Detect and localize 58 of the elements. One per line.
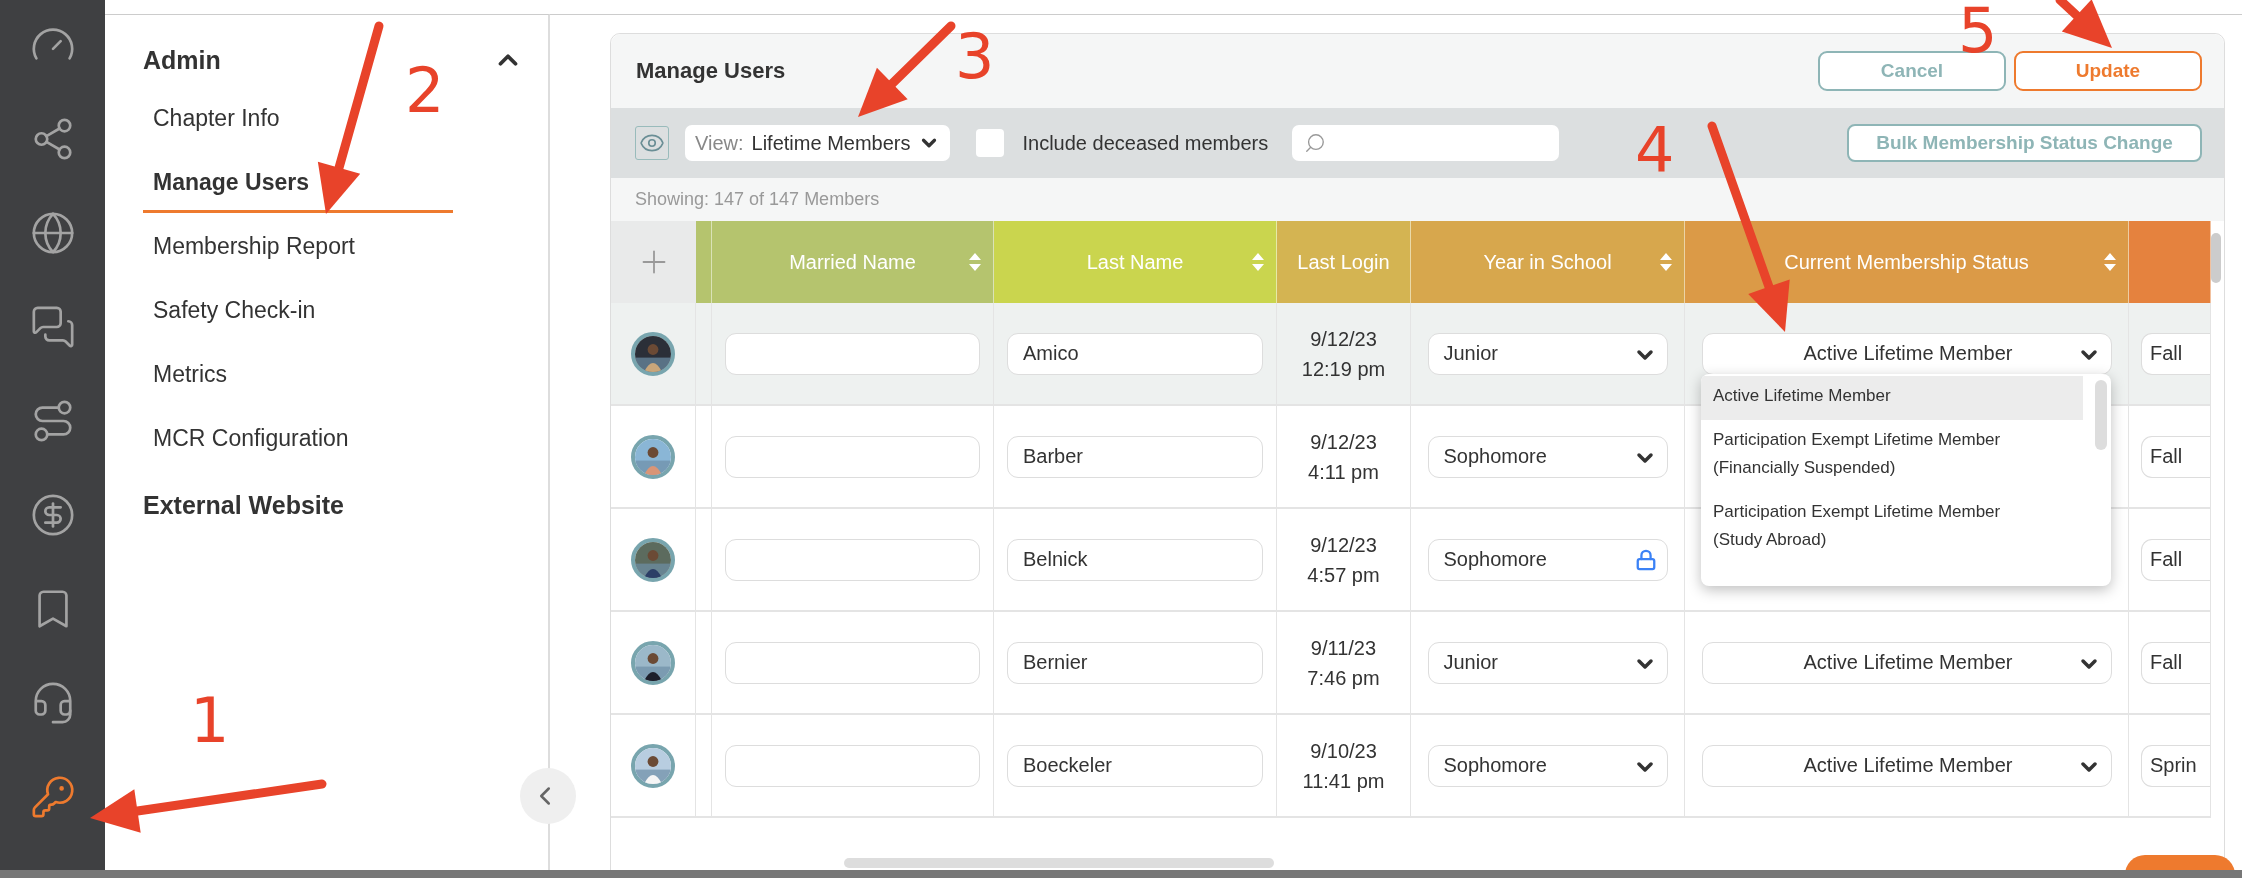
year-select[interactable]: Sophomore bbox=[1427, 744, 1668, 787]
step-number: 2 bbox=[405, 60, 445, 122]
sidebar-item[interactable]: MCR Configuration bbox=[143, 413, 453, 469]
table-row[interactable]: Bernier 9/11/23 7:46 pm Junior Active Lifetime Member Fall bbox=[611, 612, 2211, 715]
scrollbar-thumb[interactable] bbox=[844, 858, 1274, 868]
term-field[interactable]: Fall bbox=[2141, 538, 2210, 581]
checkbox[interactable] bbox=[976, 129, 1005, 157]
panel-title: Manage Users bbox=[636, 58, 787, 84]
search-icon bbox=[1304, 132, 1327, 154]
term-field[interactable]: Fall bbox=[2141, 435, 2210, 478]
sort-icon[interactable] bbox=[2104, 253, 2116, 271]
search-field[interactable] bbox=[1292, 125, 1560, 161]
sort-icon[interactable] bbox=[1660, 253, 1672, 271]
section-title[interactable]: External Website bbox=[143, 491, 344, 520]
arrow bbox=[2055, 0, 2112, 48]
sort-icon[interactable] bbox=[969, 253, 981, 271]
status-select[interactable]: Active Lifetime Member bbox=[1701, 744, 2112, 787]
showing-count: Showing: 147 of 147 Members bbox=[611, 178, 2224, 221]
year-select[interactable]: Junior bbox=[1427, 641, 1668, 684]
scrollbar-thumb[interactable] bbox=[2095, 380, 2107, 450]
last-login: 9/12/23 4:57 pm bbox=[1307, 532, 1380, 588]
sort-icon[interactable] bbox=[1252, 253, 1264, 271]
last-login: 9/12/23 12:19 pm bbox=[1301, 326, 1386, 382]
married-name-field[interactable] bbox=[725, 538, 980, 581]
last-name-field[interactable]: Belnick bbox=[1007, 538, 1263, 581]
sidebar-item[interactable]: Metrics bbox=[143, 349, 453, 405]
last-name-field[interactable]: Boeckeler bbox=[1007, 744, 1263, 787]
married-name-field[interactable] bbox=[725, 744, 980, 787]
married-name-field[interactable] bbox=[725, 435, 980, 478]
term-field[interactable]: Sprin bbox=[2141, 744, 2210, 787]
section-title[interactable]: Admin bbox=[143, 45, 221, 75]
step-number: 3 bbox=[955, 26, 995, 88]
last-login: 9/10/23 11:41 pm bbox=[1302, 738, 1385, 794]
table-row[interactable]: Boeckeler 9/10/23 11:41 pm Sophomore Active Lifetime Member Sprin bbox=[611, 715, 2211, 818]
status-select[interactable]: Active Lifetime Member bbox=[1701, 332, 2112, 375]
eye-icon[interactable] bbox=[635, 126, 669, 160]
last-login: 9/12/23 4:11 pm bbox=[1308, 429, 1379, 485]
lock-icon[interactable] bbox=[1634, 548, 1657, 571]
year-select[interactable]: Sophomore bbox=[1427, 538, 1668, 581]
scrollbar-thumb[interactable] bbox=[2211, 233, 2221, 283]
step-number: 1 bbox=[190, 690, 230, 752]
year-select[interactable]: Sophomore bbox=[1427, 435, 1668, 478]
last-name-field[interactable]: Amico bbox=[1007, 332, 1263, 375]
sidebar-item[interactable]: Membership Report bbox=[143, 221, 453, 277]
year-select[interactable]: Junior bbox=[1427, 332, 1668, 375]
view-select[interactable]: View: Lifetime Members bbox=[685, 125, 951, 161]
sidebar-item[interactable]: Safety Check-in bbox=[143, 285, 453, 341]
collapse-sidebar-button[interactable] bbox=[520, 768, 576, 824]
last-name-field[interactable]: Bernier bbox=[1007, 641, 1263, 684]
term-field[interactable]: Fall bbox=[2141, 332, 2210, 375]
last-name-field[interactable]: Barber bbox=[1007, 435, 1263, 478]
status-select[interactable]: Active Lifetime Member bbox=[1701, 641, 2112, 684]
checkbox-label: Include deceased members bbox=[1022, 131, 1269, 155]
last-login: 9/11/23 7:46 pm bbox=[1307, 635, 1380, 691]
dropdown-option[interactable]: Active Lifetime Member bbox=[1701, 376, 2083, 420]
married-name-field[interactable] bbox=[725, 641, 980, 684]
term-field[interactable]: Fall bbox=[2141, 641, 2210, 684]
married-name-field[interactable] bbox=[725, 332, 980, 375]
